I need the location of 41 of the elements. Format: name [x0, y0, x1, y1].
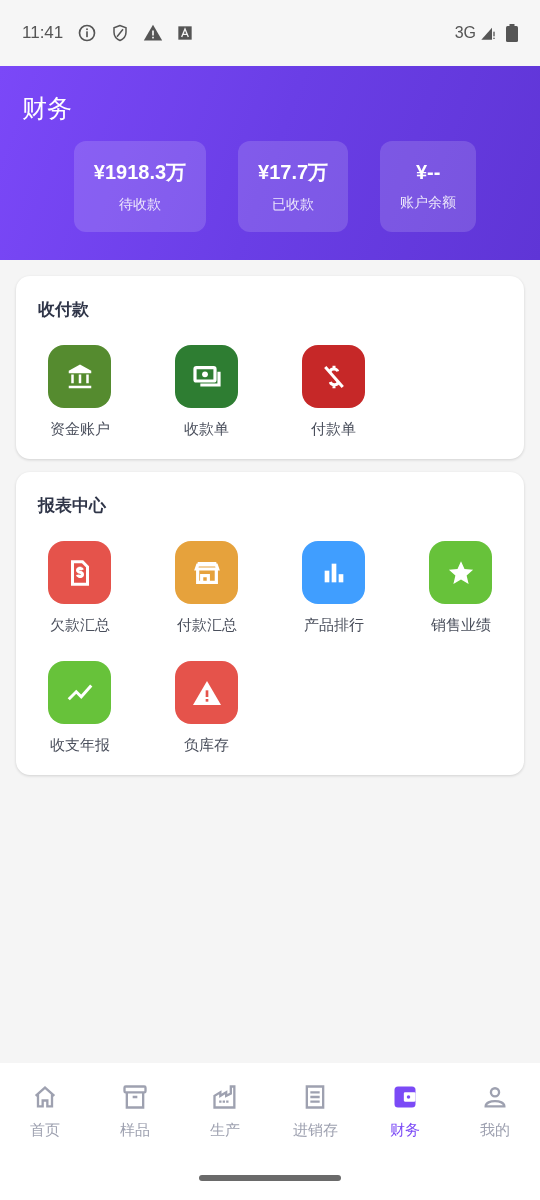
- stat-card[interactable]: ¥1918.3万 待收款: [73, 141, 207, 232]
- shortcut-label[interactable]: 收款单: [184, 420, 229, 439]
- shortcut-tile[interactable]: [175, 345, 238, 408]
- shortcut-tile[interactable]: [429, 541, 492, 604]
- shortcut-label[interactable]: 付款单: [311, 420, 356, 439]
- shortcut-label[interactable]: 付款汇总: [176, 616, 237, 635]
- shortcut-tile[interactable]: [175, 661, 238, 724]
- stat-label: 已收款: [272, 196, 315, 214]
- shortcut-tile[interactable]: [48, 661, 111, 724]
- shortcut-label[interactable]: 产品排行: [303, 616, 364, 635]
- shortcut-tile[interactable]: [48, 541, 111, 604]
- stat-value: ¥17.7万: [258, 160, 329, 185]
- shortcut-tile[interactable]: [302, 345, 365, 408]
- battery-icon: [506, 24, 518, 42]
- shortcut-tile[interactable]: [48, 345, 111, 408]
- stat-value: ¥1918.3万: [93, 160, 187, 185]
- shortcut-label[interactable]: 资金账户: [49, 420, 110, 439]
- shortcut-label[interactable]: 欠款汇总: [49, 616, 110, 635]
- page-title: 财务: [22, 93, 73, 125]
- stat-card[interactable]: ¥-- 账户余额: [380, 141, 477, 232]
- tab-item[interactable]: 财务: [360, 1083, 450, 1140]
- shortcut-label[interactable]: 负库存: [184, 736, 229, 755]
- signal-icon: [480, 25, 496, 41]
- section-title: 收付款: [37, 298, 90, 321]
- stat-label: 待收款: [118, 196, 161, 214]
- stat-label: 账户余额: [400, 194, 457, 212]
- stat-value: ¥--: [415, 161, 441, 184]
- shortcut-tile[interactable]: [175, 541, 238, 604]
- shield-icon: [111, 23, 130, 43]
- factory-icon: [211, 1083, 239, 1111]
- section-title: 报表中心: [36, 494, 107, 517]
- info-icon: [77, 23, 98, 43]
- font-icon: [177, 25, 194, 41]
- status-time: 11:41: [22, 23, 64, 43]
- shortcut-label[interactable]: 收支年报: [49, 736, 110, 755]
- stat-card[interactable]: ¥17.7万 已收款: [238, 141, 349, 232]
- archive-box-icon: [121, 1083, 149, 1111]
- warning-icon: [143, 23, 164, 43]
- shortcut-label[interactable]: 销售业绩: [430, 616, 491, 635]
- network-type: 3G: [454, 24, 476, 42]
- shortcut-tile[interactable]: [302, 541, 365, 604]
